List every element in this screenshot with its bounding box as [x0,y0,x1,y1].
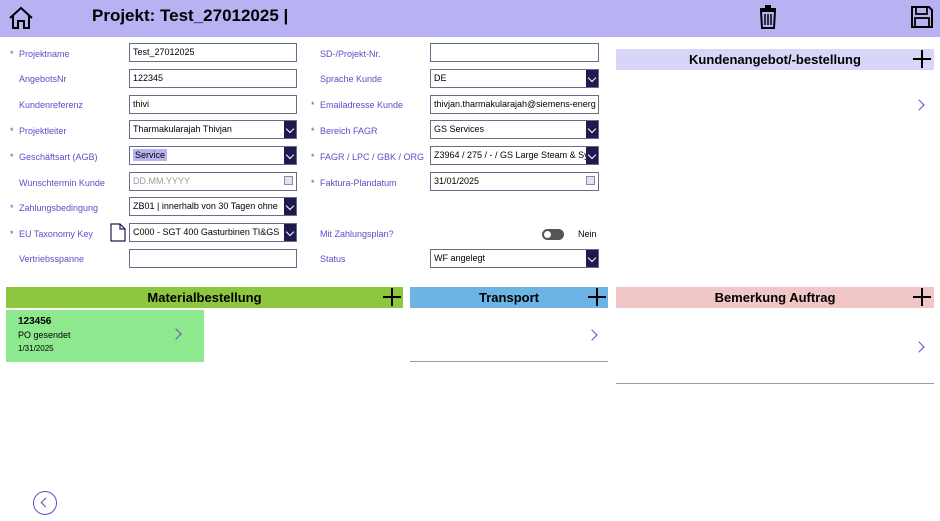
projektleiter-dropdown[interactable]: Tharmakularajah Thivjan [129,120,297,139]
required-marker: * [10,126,14,136]
chevron-right-icon[interactable] [915,98,925,112]
kunden-section-title: Kundenangebot/-bestellung [689,52,861,67]
kunden-section-header: Kundenangebot/-bestellung [616,49,934,70]
transport-divider [410,361,608,362]
email-label: Emailadresse Kunde [320,100,404,110]
geschaeftsart-dropdown[interactable]: Service [129,146,297,165]
required-marker: * [10,152,14,162]
bereich-value: GS Services [434,124,485,134]
zahlungsplan-toggle[interactable] [542,229,564,240]
status-value: WF angelegt [434,253,486,263]
eu-taxonomy-label: EU Taxonomy Key [19,229,93,239]
material-item-status: PO gesendet [18,330,71,340]
wunschtermin-label: Wunschtermin Kunde [19,178,105,188]
chevron-down-icon[interactable] [586,121,598,138]
faktura-label: Faktura-Plandatum [320,178,397,188]
save-icon[interactable] [910,5,934,29]
add-transport-icon[interactable] [588,288,606,306]
kundenreferenz-input[interactable]: thivi [129,95,297,114]
required-marker: * [10,229,14,239]
add-kunden-icon[interactable] [913,50,931,68]
status-label: Status [320,254,346,264]
chevron-right-icon[interactable] [915,340,925,354]
email-input[interactable]: thivjan.tharmakularajah@siemens-energ [430,95,599,114]
sd-projekt-input[interactable] [430,43,599,62]
material-section-header: Materialbestellung [6,287,403,308]
sprache-value: DE [434,73,447,83]
chevron-right-icon[interactable] [172,327,182,341]
sd-projekt-label: SD-/Projekt-Nr. [320,49,381,59]
sprache-dropdown[interactable]: DE [430,69,599,88]
projektname-input[interactable]: Test_27012025 [129,43,297,62]
top-bar: Projekt: Test_27012025 | [0,0,940,37]
chevron-down-icon[interactable] [586,70,598,87]
eu-taxonomy-dropdown[interactable]: C000 - SGT 400 Gasturbinen TI&GS [129,223,297,242]
page-title: Projekt: Test_27012025 | [92,6,289,25]
chevron-down-icon[interactable] [586,250,598,267]
projektleiter-value: Tharmakularajah Thivjan [133,124,232,134]
chevron-right-icon[interactable] [588,328,598,342]
eu-taxonomy-value: C000 - SGT 400 Gasturbinen TI&GS [133,227,280,237]
wunschtermin-placeholder: DD.MM.YYYY [133,176,191,186]
transport-section-title: Transport [479,290,539,305]
zahlungsbedingung-value: ZB01 | innerhalb von 30 Tagen ohne [133,201,278,211]
wunschtermin-datepicker[interactable]: DD.MM.YYYY [129,172,297,191]
fagr-dropdown[interactable]: Z3964 / 275 / - / GS Large Steam & Sy [430,146,599,165]
required-marker: * [10,203,14,213]
vertriebsspanne-label: Vertriebsspanne [19,254,85,264]
required-marker: * [311,126,315,136]
bemerkung-section-title: Bemerkung Auftrag [714,290,836,305]
chevron-down-icon[interactable] [284,121,296,138]
faktura-value: 31/01/2025 [434,176,480,186]
material-list-item[interactable]: 123456 PO gesendet 1/31/2025 [6,310,204,362]
zahlungsbedingung-label: Zahlungsbedingung [19,203,99,213]
kundenreferenz-label: Kundenreferenz [19,100,84,110]
angebotsnr-input[interactable]: 122345 [129,69,297,88]
material-item-id: 123456 [18,316,52,327]
back-button[interactable] [33,491,57,515]
chevron-down-icon[interactable] [284,147,296,164]
projektleiter-label: Projektleiter [19,126,67,136]
bemerkung-divider [616,383,934,384]
geschaeftsart-chip: Service [133,149,168,161]
required-marker: * [10,49,14,59]
sprache-label: Sprache Kunde [320,74,383,84]
chevron-down-icon[interactable] [284,224,296,241]
chevron-down-icon[interactable] [586,147,598,164]
home-icon[interactable] [8,6,34,30]
material-item-date: 1/31/2025 [18,344,54,353]
zahlungsplan-label: Mit Zahlungsplan? [320,229,394,239]
fagr-label: FAGR / LPC / GBK / ORG [320,152,425,162]
material-section-title: Materialbestellung [147,290,262,305]
required-marker: * [311,178,315,188]
vertriebsspanne-input[interactable] [129,249,297,268]
bereich-label: Bereich FAGR [320,126,378,136]
trash-icon[interactable] [758,5,778,29]
fagr-value: Z3964 / 275 / - / GS Large Steam & Sy [434,150,589,160]
zahlungsbedingung-dropdown[interactable]: ZB01 | innerhalb von 30 Tagen ohne [129,197,297,216]
zahlungsplan-toggle-text: Nein [578,229,597,239]
angebotsnr-label: AngebotsNr [19,74,67,84]
transport-section-header: Transport [410,287,608,308]
chevron-down-icon[interactable] [284,198,296,215]
status-dropdown[interactable]: WF angelegt [430,249,599,268]
document-icon[interactable] [110,223,126,242]
required-marker: * [311,152,315,162]
calendar-icon[interactable] [586,176,595,185]
projektname-label: Projektname [19,49,70,59]
add-bemerkung-icon[interactable] [913,288,931,306]
bereich-dropdown[interactable]: GS Services [430,120,599,139]
required-marker: * [311,100,315,110]
faktura-datepicker[interactable]: 31/01/2025 [430,172,599,191]
geschaeftsart-label: Geschäftsart (AGB) [19,152,98,162]
calendar-icon[interactable] [284,176,293,185]
add-material-icon[interactable] [383,288,401,306]
bemerkung-section-header: Bemerkung Auftrag [616,287,934,308]
